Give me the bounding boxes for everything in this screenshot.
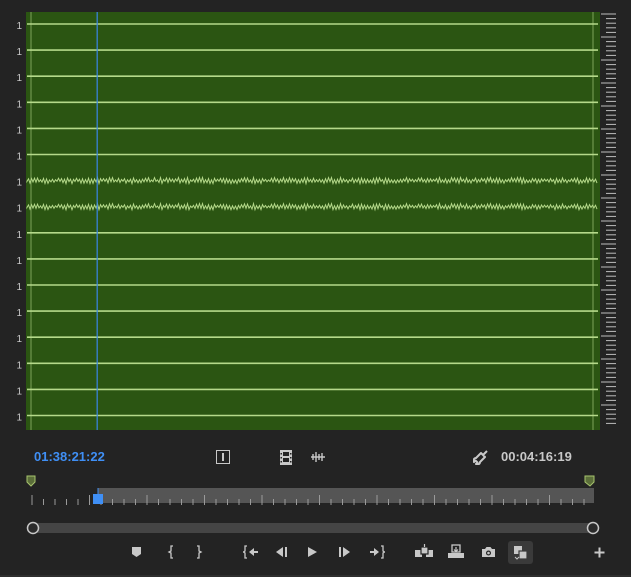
in-point-marker-icon[interactable] bbox=[26, 475, 36, 487]
channel-label: 1 bbox=[16, 99, 22, 110]
zoom-scrollbar[interactable] bbox=[26, 520, 600, 536]
zoom-handle-left[interactable] bbox=[26, 521, 40, 535]
audio-waveform-monitor[interactable]: 1 1 1 1 1 1 1 1 1 1 1 1 1 1 1 1 bbox=[0, 0, 631, 434]
channel-label: 1 bbox=[16, 21, 22, 32]
step-forward-icon[interactable] bbox=[338, 546, 351, 558]
step-back-icon[interactable] bbox=[275, 546, 288, 558]
channel-label: 1 bbox=[16, 256, 22, 267]
channel-label: 1 bbox=[16, 230, 22, 241]
channel-label: 1 bbox=[16, 413, 22, 424]
dropped-frame-indicator-icon[interactable] bbox=[280, 450, 292, 465]
current-timecode[interactable]: 01:38:21:22 bbox=[34, 449, 105, 465]
channel-label: 1 bbox=[16, 360, 22, 371]
button-editor-plus-icon[interactable] bbox=[594, 547, 605, 558]
play-icon[interactable] bbox=[307, 546, 318, 558]
channel-label: 1 bbox=[16, 73, 22, 84]
go-to-in-icon[interactable] bbox=[243, 545, 259, 559]
timeline-range-bar[interactable] bbox=[98, 488, 594, 503]
duration-timecode: 00:04:16:19 bbox=[501, 449, 572, 464]
channel-label: 1 bbox=[16, 204, 22, 215]
compare-view-icon bbox=[514, 546, 528, 560]
zoom-handle-right[interactable] bbox=[586, 521, 600, 535]
waveform-background bbox=[26, 12, 600, 430]
channel-label: 1 bbox=[16, 47, 22, 58]
export-frame-camera-icon[interactable] bbox=[481, 546, 496, 558]
channel-label: 1 bbox=[16, 282, 22, 293]
channel-label: 1 bbox=[16, 334, 22, 345]
insert-icon[interactable] bbox=[414, 544, 434, 559]
channel-label: 1 bbox=[16, 178, 22, 189]
channel-label: 1 bbox=[16, 152, 22, 163]
compare-view-button[interactable] bbox=[508, 541, 533, 564]
mark-in-icon[interactable] bbox=[166, 545, 175, 559]
channel-label: 1 bbox=[16, 308, 22, 319]
audio-waveform-toggle-icon[interactable] bbox=[310, 451, 326, 463]
overwrite-icon[interactable] bbox=[447, 544, 465, 559]
wrench-icon[interactable] bbox=[473, 450, 488, 465]
mini-timeline[interactable] bbox=[24, 474, 600, 514]
mark-out-icon[interactable] bbox=[195, 545, 204, 559]
go-to-out-icon[interactable] bbox=[369, 545, 385, 559]
add-marker-icon[interactable] bbox=[131, 546, 142, 558]
timeline-playhead-handle[interactable] bbox=[93, 494, 103, 504]
channel-label: 1 bbox=[16, 386, 22, 397]
safe-margins-icon[interactable] bbox=[216, 450, 230, 464]
channel-label: 1 bbox=[16, 125, 22, 136]
out-point-marker-icon[interactable] bbox=[584, 475, 595, 487]
